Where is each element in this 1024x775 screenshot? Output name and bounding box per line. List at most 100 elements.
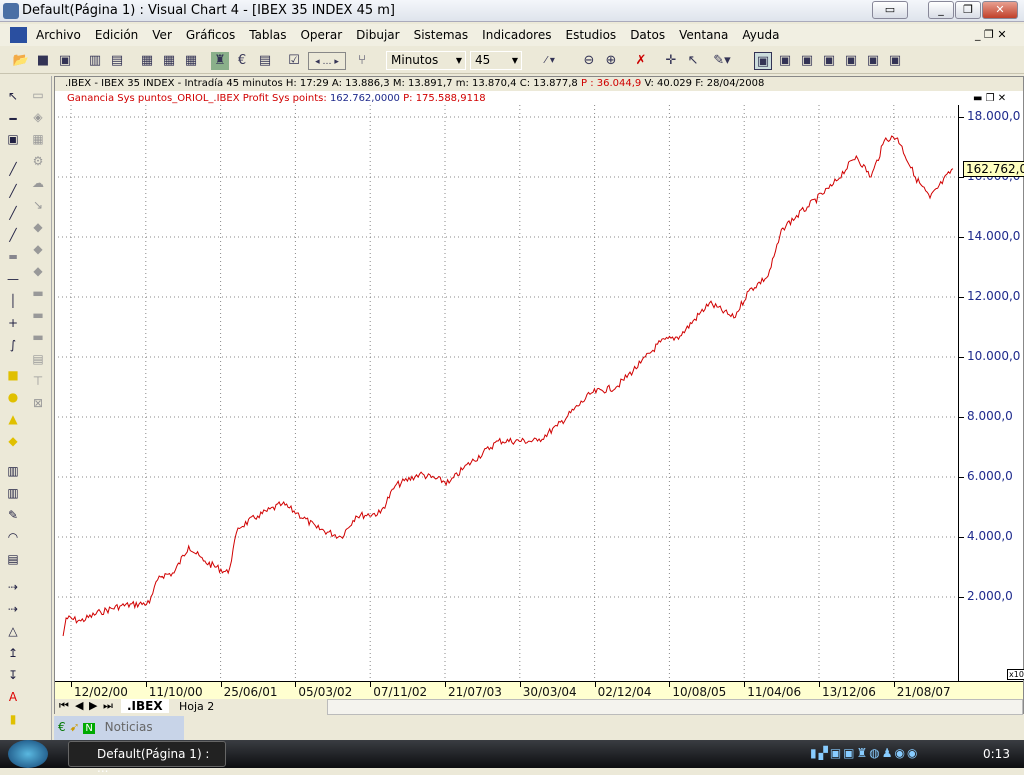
system-tray-icons[interactable]: ▮▞▣▣♜◍♟◉◉ <box>810 746 919 760</box>
cross-icon[interactable]: + <box>4 314 22 332</box>
chart-window3-icon[interactable]: ▦ <box>182 52 200 70</box>
prev-sheet-button[interactable]: ◀ <box>75 699 83 712</box>
crosshair-icon[interactable]: ✛ <box>662 52 680 70</box>
tab-hoja-2[interactable]: Hoja 2 <box>173 700 220 713</box>
next-sheet-button[interactable]: ▶ <box>89 699 97 712</box>
fibonacci-icon[interactable]: ▥ <box>4 462 22 480</box>
magnet-icon[interactable]: ↘ <box>29 196 47 214</box>
diamond-tool-2-icon[interactable]: ◆ <box>29 240 47 258</box>
save-all-icon[interactable]: ▣ <box>56 52 74 70</box>
bar-chart-down-icon[interactable]: ▤ <box>108 52 126 70</box>
square-icon[interactable]: ■ <box>4 366 22 384</box>
chart-window2-icon[interactable]: ▦ <box>160 52 178 70</box>
restore-down-icon[interactable]: ▭ <box>872 1 908 19</box>
pin-icon[interactable]: ⊤ <box>29 372 47 390</box>
arrow-multi-icon[interactable]: ⇢ <box>4 600 22 618</box>
arrow-down-icon[interactable]: ↧ <box>4 666 22 684</box>
date-axis[interactable]: 12/02/00 11/10/00 25/06/01 05/03/02 07/11/02… <box>55 681 1023 699</box>
properties-icon[interactable]: ☑ <box>285 52 303 70</box>
zoom-out-icon[interactable]: ⊖ <box>580 52 598 70</box>
diamond-tool-icon[interactable]: ◆ <box>29 218 47 236</box>
panel-icon[interactable]: ▭ <box>29 86 47 104</box>
arrow-icon[interactable]: ⇢ <box>4 578 22 596</box>
start-button[interactable] <box>8 740 48 768</box>
layout-3-icon[interactable]: ▣ <box>798 52 816 70</box>
pointer-icon[interactable]: ↖ <box>4 87 22 105</box>
zoom-in-icon[interactable]: ⊕ <box>602 52 620 70</box>
angle-icon[interactable]: △ <box>4 622 22 640</box>
block-icon[interactable]: ▬ <box>29 284 47 302</box>
horizontal-scrollbar[interactable] <box>327 699 1023 715</box>
open-icon[interactable]: 📂 <box>12 52 30 70</box>
layers-icon[interactable]: ◈ <box>29 108 47 126</box>
layout-4-icon[interactable]: ▣ <box>820 52 838 70</box>
chart-window-icon[interactable]: ▦ <box>138 52 156 70</box>
menu-operar[interactable]: Operar <box>300 28 342 42</box>
menu-ventana[interactable]: Ventana <box>679 28 728 42</box>
pen-color-icon[interactable]: ✎▾ <box>708 52 736 70</box>
menu-datos[interactable]: Datos <box>630 28 665 42</box>
menu-estudios[interactable]: Estudios <box>565 28 616 42</box>
menu-ayuda[interactable]: Ayuda <box>742 28 779 42</box>
mdi-controls[interactable]: _ ❐ ✕ <box>975 28 1007 41</box>
text-box-icon[interactable]: ▤ <box>4 550 22 568</box>
tree-icon[interactable]: ⑂ <box>353 52 371 70</box>
menu-graficos[interactable]: Gráficos <box>186 28 235 42</box>
settings-icon[interactable]: ⚙ <box>29 152 47 170</box>
diamond-tool-3-icon[interactable]: ◆ <box>29 262 47 280</box>
pencil-icon[interactable]: ✎ <box>4 506 22 524</box>
ruler-icon[interactable]: ━ <box>4 110 22 128</box>
menu-indicadores[interactable]: Indicadores <box>482 28 551 42</box>
diamond-icon[interactable]: ◆ <box>4 432 22 450</box>
close-box-icon[interactable]: ⊠ <box>29 394 47 412</box>
grid-icon[interactable]: ▦ <box>29 130 47 148</box>
marker-icon[interactable]: ▮ <box>4 710 22 728</box>
chart-plot-area[interactable] <box>58 105 958 681</box>
brush-icon[interactable]: ☁ <box>29 174 47 192</box>
text-icon[interactable]: A <box>4 688 22 706</box>
layout-7-icon[interactable]: ▣ <box>886 52 904 70</box>
block-3-icon[interactable]: ▬ <box>29 328 47 346</box>
layout-2-icon[interactable]: ▣ <box>776 52 794 70</box>
ellipse-icon[interactable]: ● <box>4 388 22 406</box>
parallel-lines-icon[interactable]: ═ <box>4 248 22 266</box>
save-icon[interactable]: ■ <box>34 52 52 70</box>
arc-icon[interactable]: ◠ <box>4 528 22 546</box>
block-2-icon[interactable]: ▬ <box>29 306 47 324</box>
last-sheet-button[interactable]: ⏭ <box>103 699 113 713</box>
menu-edicion[interactable]: Edición <box>95 28 138 42</box>
horizontal-line-icon[interactable]: — <box>4 270 22 288</box>
ray-icon[interactable]: ╱ <box>4 182 22 200</box>
portfolio-icon[interactable]: ♜ <box>211 52 229 70</box>
layout-1-icon[interactable]: ▣ <box>754 52 772 70</box>
period-unit-select[interactable]: Minutos ▼ <box>386 51 466 70</box>
menu-ver[interactable]: Ver <box>152 28 172 42</box>
taskbar-task[interactable]: Default(Página 1) : ... <box>68 741 226 775</box>
layout-6-icon[interactable]: ▣ <box>864 52 882 70</box>
gann-icon[interactable]: ▥ <box>4 484 22 502</box>
terminal-icon[interactable]: ▤ <box>29 350 47 368</box>
line-icon[interactable]: ╱ <box>4 160 22 178</box>
first-sheet-button[interactable]: ⏮ <box>59 699 69 713</box>
scroll-range-icon[interactable]: ◂ … ▸ <box>308 52 346 70</box>
tab-ibex[interactable]: .IBEX <box>121 699 169 713</box>
maximize-button[interactable]: ❐ <box>955 1 981 19</box>
pointer-note-icon[interactable]: ↖ <box>684 52 702 70</box>
layout-5-icon[interactable]: ▣ <box>842 52 860 70</box>
close-button[interactable]: ✕ <box>982 1 1018 19</box>
menu-archivo[interactable]: Archivo <box>36 28 81 42</box>
price-axis[interactable]: 2.000,0 4.000,0 6.000,0 8.000,0 10.000,0 12.0… <box>958 105 1024 681</box>
key-euro-icon[interactable]: € <box>233 52 251 70</box>
remove-indicator-icon[interactable]: ✗ <box>632 52 650 70</box>
calendar-icon[interactable]: ▤ <box>256 52 274 70</box>
line-style-select[interactable]: ⁄ ▾ <box>532 52 568 70</box>
news-tab[interactable]: € ➹ N Noticias <box>54 716 184 740</box>
minimize-button[interactable]: _ <box>928 1 954 19</box>
bar-chart-icon[interactable]: ▥ <box>86 52 104 70</box>
mdi-app-icon[interactable] <box>10 27 27 43</box>
triangle-icon[interactable]: ▲ <box>4 410 22 428</box>
channel-icon[interactable]: ╱ <box>4 226 22 244</box>
arrow-up-icon[interactable]: ↥ <box>4 644 22 662</box>
menu-sistemas[interactable]: Sistemas <box>414 28 469 42</box>
trend-line-icon[interactable]: ╱ <box>4 204 22 222</box>
